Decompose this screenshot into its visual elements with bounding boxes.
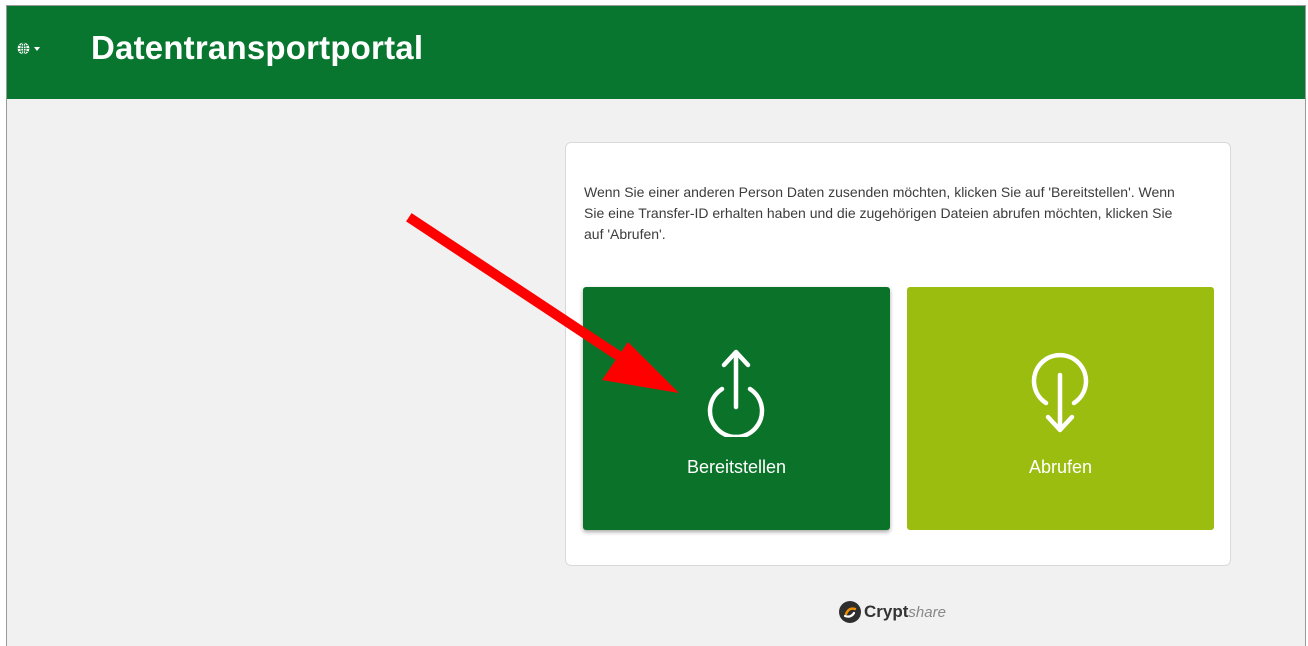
logo-text-share: share: [908, 603, 946, 621]
download-icon: [1031, 352, 1089, 433]
language-switcher[interactable]: [17, 42, 40, 55]
logo-text-crypt: Crypt: [864, 602, 909, 621]
app-header: Datentransportportal: [7, 6, 1305, 99]
provide-button[interactable]: Bereitstellen: [583, 287, 890, 530]
globe-icon: [17, 42, 30, 55]
provide-label: Bereitstellen: [686, 457, 787, 477]
chevron-down-icon: [34, 46, 40, 51]
cryptshare-logo: Crypt share: [839, 601, 946, 623]
retrieve-label: Abrufen: [1028, 457, 1093, 477]
app-window: Datentransportportal Wenn Sie einer ande…: [6, 5, 1306, 646]
page-title: Datentransportportal: [91, 29, 424, 66]
action-card: Wenn Sie einer anderen Person Daten zuse…: [565, 142, 1231, 566]
upload-icon: [707, 349, 765, 437]
intro-text: Wenn Sie einer anderen Person Daten zuse…: [584, 184, 1175, 242]
retrieve-button[interactable]: Abrufen: [907, 287, 1214, 530]
cryptshare-logo-icon: [839, 601, 861, 623]
